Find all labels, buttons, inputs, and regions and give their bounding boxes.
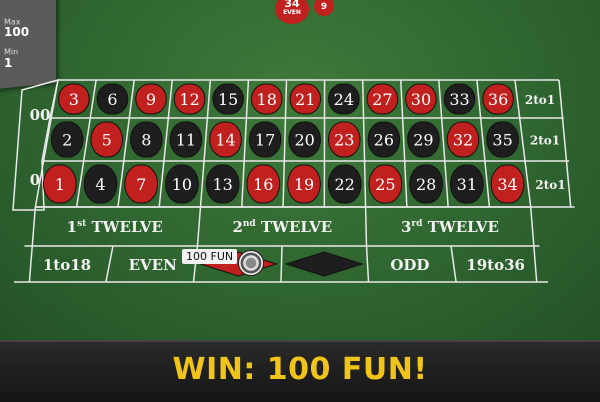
number-label-10: 10 [172,175,192,194]
number-label-14: 14 [215,131,235,150]
number-label-4: 4 [95,175,105,194]
number-label-11: 11 [176,131,196,150]
number-label-36: 36 [488,90,508,109]
number-cell-8[interactable]: 8 [131,122,163,157]
number-label-26: 26 [374,131,394,150]
dozen-bet-2[interactable]: 2nd TWELVE [232,218,332,236]
number-cell-26[interactable]: 26 [368,122,400,157]
number-label-15: 15 [218,90,238,109]
low-bet[interactable]: 1to18 [43,256,91,274]
number-label-30: 30 [411,90,431,109]
number-cell-36[interactable]: 36 [483,84,514,114]
high-bet[interactable]: 19to36 [466,256,525,274]
number-label-17: 17 [255,131,275,150]
number-cell-19[interactable]: 19 [288,165,321,203]
number-cell-30[interactable]: 30 [406,84,437,114]
dozen-bet-3[interactable]: 3rd TWELVE [401,218,499,236]
number-cell-13[interactable]: 13 [206,165,239,203]
number-cell-4[interactable]: 4 [84,165,117,203]
number-cell-9[interactable]: 9 [136,84,167,114]
number-cell-31[interactable]: 31 [450,165,483,203]
number-label-19: 19 [294,175,314,194]
zero-label-0[interactable]: 0 [30,171,40,189]
number-label-33: 33 [449,90,469,109]
number-label-5: 5 [102,131,112,150]
number-cell-17[interactable]: 17 [249,122,281,157]
number-cell-1[interactable]: 1 [43,165,76,203]
number-cell-33[interactable]: 33 [444,84,475,114]
black-bet[interactable] [286,252,362,276]
number-label-31: 31 [457,175,477,194]
number-cell-25[interactable]: 25 [369,165,402,203]
number-cell-21[interactable]: 21 [290,84,321,114]
column-bet-2[interactable]: 2to1 [530,134,560,148]
column-bet-1[interactable]: 2to1 [525,93,555,107]
number-label-29: 29 [413,131,433,150]
number-label-23: 23 [334,131,354,150]
even-bet[interactable]: EVEN [129,256,178,274]
number-label-35: 35 [492,131,512,150]
odd-bet[interactable]: ODD [390,256,429,274]
roulette-table: 3691215182124273033362581114172023262932… [0,0,600,340]
number-label-7: 7 [136,175,146,194]
number-cell-10[interactable]: 10 [166,165,199,203]
number-cell-20[interactable]: 20 [289,122,321,157]
number-label-6: 6 [107,90,117,109]
number-cell-6[interactable]: 6 [97,84,128,114]
number-label-24: 24 [334,90,354,109]
number-cell-12[interactable]: 12 [174,84,205,114]
number-cell-14[interactable]: 14 [210,122,242,157]
number-label-18: 18 [257,90,277,109]
number-label-1: 1 [55,175,65,194]
number-cell-2[interactable]: 2 [51,122,83,157]
number-cell-5[interactable]: 5 [91,122,123,157]
number-cell-34[interactable]: 34 [491,165,524,203]
dozen-bet-1[interactable]: 1st TWELVE [67,218,163,236]
number-label-22: 22 [335,175,355,194]
number-cell-35[interactable]: 35 [487,122,519,157]
number-cell-16[interactable]: 16 [247,165,280,203]
number-label-20: 20 [294,131,314,150]
number-cell-11[interactable]: 11 [170,122,202,157]
number-label-28: 28 [416,175,436,194]
bet-amount-label: 100 FUN [182,249,237,264]
number-label-12: 12 [179,90,199,109]
number-label-32: 32 [453,131,473,150]
number-cell-24[interactable]: 24 [329,84,360,114]
number-cell-27[interactable]: 27 [367,84,398,114]
zero-label-00[interactable]: 00 [30,106,51,124]
number-label-2: 2 [62,131,72,150]
number-cell-7[interactable]: 7 [125,165,158,203]
column-bet-3[interactable]: 2to1 [535,178,565,192]
number-cell-32[interactable]: 32 [447,122,479,157]
number-cell-15[interactable]: 15 [213,84,244,114]
number-label-16: 16 [253,175,273,194]
win-message: WIN: 100 FUN! [0,352,600,387]
number-label-25: 25 [375,175,395,194]
bet-chip[interactable] [238,250,264,276]
number-cell-18[interactable]: 18 [251,84,282,114]
number-label-3: 3 [69,90,79,109]
number-cell-22[interactable]: 22 [328,165,361,203]
number-label-13: 13 [212,175,232,194]
number-label-21: 21 [295,90,315,109]
number-cell-23[interactable]: 23 [328,122,360,157]
number-label-8: 8 [141,131,151,150]
number-label-34: 34 [497,175,517,194]
number-cell-3[interactable]: 3 [59,84,90,114]
number-label-9: 9 [146,90,156,109]
number-label-27: 27 [372,90,392,109]
number-cell-29[interactable]: 29 [408,122,440,157]
number-cell-28[interactable]: 28 [410,165,443,203]
